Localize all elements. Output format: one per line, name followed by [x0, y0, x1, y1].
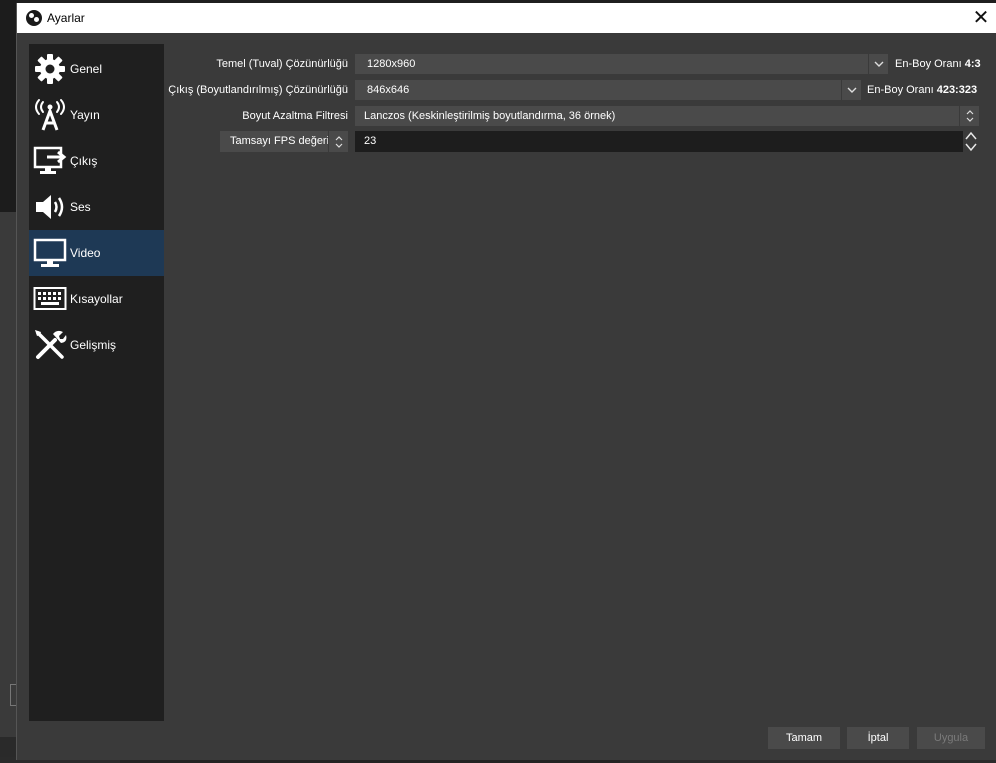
spin-down-arrow-icon[interactable] [965, 142, 977, 152]
settings-dialog: Ayarlar ✕ Genel Yayın Çıkış Ses Video Kı… [16, 3, 996, 760]
sidebar-item-advanced[interactable]: Gelişmiş [29, 322, 164, 368]
output-resolution-label: Çıkış (Boyutlandırılmış) Çözünürlüğü [168, 84, 348, 96]
fps-type-select[interactable]: Tamsayı FPS değeri [220, 131, 348, 152]
sidebar-item-label: Kısayollar [70, 292, 123, 306]
tools-icon [30, 325, 70, 365]
sidebar-item-output[interactable]: Çıkış [29, 138, 164, 184]
spin-up-arrow-icon[interactable] [965, 131, 977, 141]
downscale-filter-select[interactable]: Lanczos (Keskinleştirilmiş boyutlandırma… [355, 106, 979, 126]
sidebar-item-hotkeys[interactable]: Kısayollar [29, 276, 164, 322]
sidebar-item-label: Ses [70, 200, 91, 214]
output-resolution-select[interactable]: 846x646 [355, 80, 861, 100]
background-panel-lower [0, 212, 16, 737]
ok-button[interactable]: Tamam [768, 727, 840, 749]
cancel-button[interactable]: İptal [847, 727, 909, 749]
close-button[interactable]: ✕ [969, 6, 993, 30]
window-title: Ayarlar [47, 11, 85, 25]
aspect-ratio-label: En-Boy Oranı [895, 58, 962, 70]
base-resolution-label: Temel (Tuval) Çözünürlüğü [216, 58, 348, 70]
apply-button[interactable]: Uygula [917, 727, 985, 749]
chevron-down-icon [841, 80, 861, 100]
updown-chevron-icon [328, 131, 348, 152]
fps-value: 23 [364, 135, 377, 147]
base-resolution-select[interactable]: 1280x960 [355, 54, 888, 74]
spin-buttons [963, 131, 979, 152]
aspect-ratio-label: En-Boy Oranı [867, 84, 934, 96]
aspect-ratio-value: 423:323 [936, 84, 978, 96]
keyboard-icon [30, 279, 70, 319]
sidebar-item-label: Genel [70, 62, 103, 76]
sidebar-item-audio[interactable]: Ses [29, 184, 164, 230]
output-monitor-icon [30, 141, 70, 181]
base-aspect-ratio: En-Boy Oranı 4:3 [895, 58, 981, 70]
title-bar: Ayarlar ✕ [17, 3, 996, 33]
fps-type-label: Tamsayı FPS değeri [230, 135, 330, 147]
output-resolution-value: 846x646 [367, 84, 410, 96]
monitor-icon [30, 233, 70, 273]
base-resolution-value: 1280x960 [367, 58, 416, 70]
downscale-filter-value: Lanczos (Keskinleştirilmiş boyutlandırma… [364, 110, 616, 122]
sidebar-item-video[interactable]: Video [29, 230, 164, 276]
chevron-down-icon [868, 54, 888, 74]
aspect-ratio-value: 4:3 [964, 58, 981, 70]
sidebar-item-label: Yayın [70, 108, 100, 122]
downscale-filter-label: Boyut Azaltma Filtresi [242, 110, 348, 122]
speaker-icon [30, 187, 70, 227]
gear-icon [30, 49, 70, 89]
updown-chevron-icon [959, 106, 979, 126]
background-app-edge [0, 0, 16, 763]
sidebar-item-stream[interactable]: Yayın [29, 92, 164, 138]
broadcast-tower-icon [30, 95, 70, 135]
sidebar-item-label: Çıkış [70, 154, 98, 168]
sidebar-item-label: Gelişmiş [70, 338, 117, 352]
background-panel-upper [0, 0, 16, 212]
obs-logo-icon [26, 10, 42, 26]
output-aspect-ratio: En-Boy Oranı 423:323 [867, 84, 977, 96]
sidebar-item-label: Video [70, 246, 101, 260]
sidebar-item-general[interactable]: Genel [29, 46, 164, 92]
fps-value-spinbox[interactable]: 23 [355, 131, 979, 152]
settings-sidebar: Genel Yayın Çıkış Ses Video Kısayollar G… [29, 44, 164, 721]
